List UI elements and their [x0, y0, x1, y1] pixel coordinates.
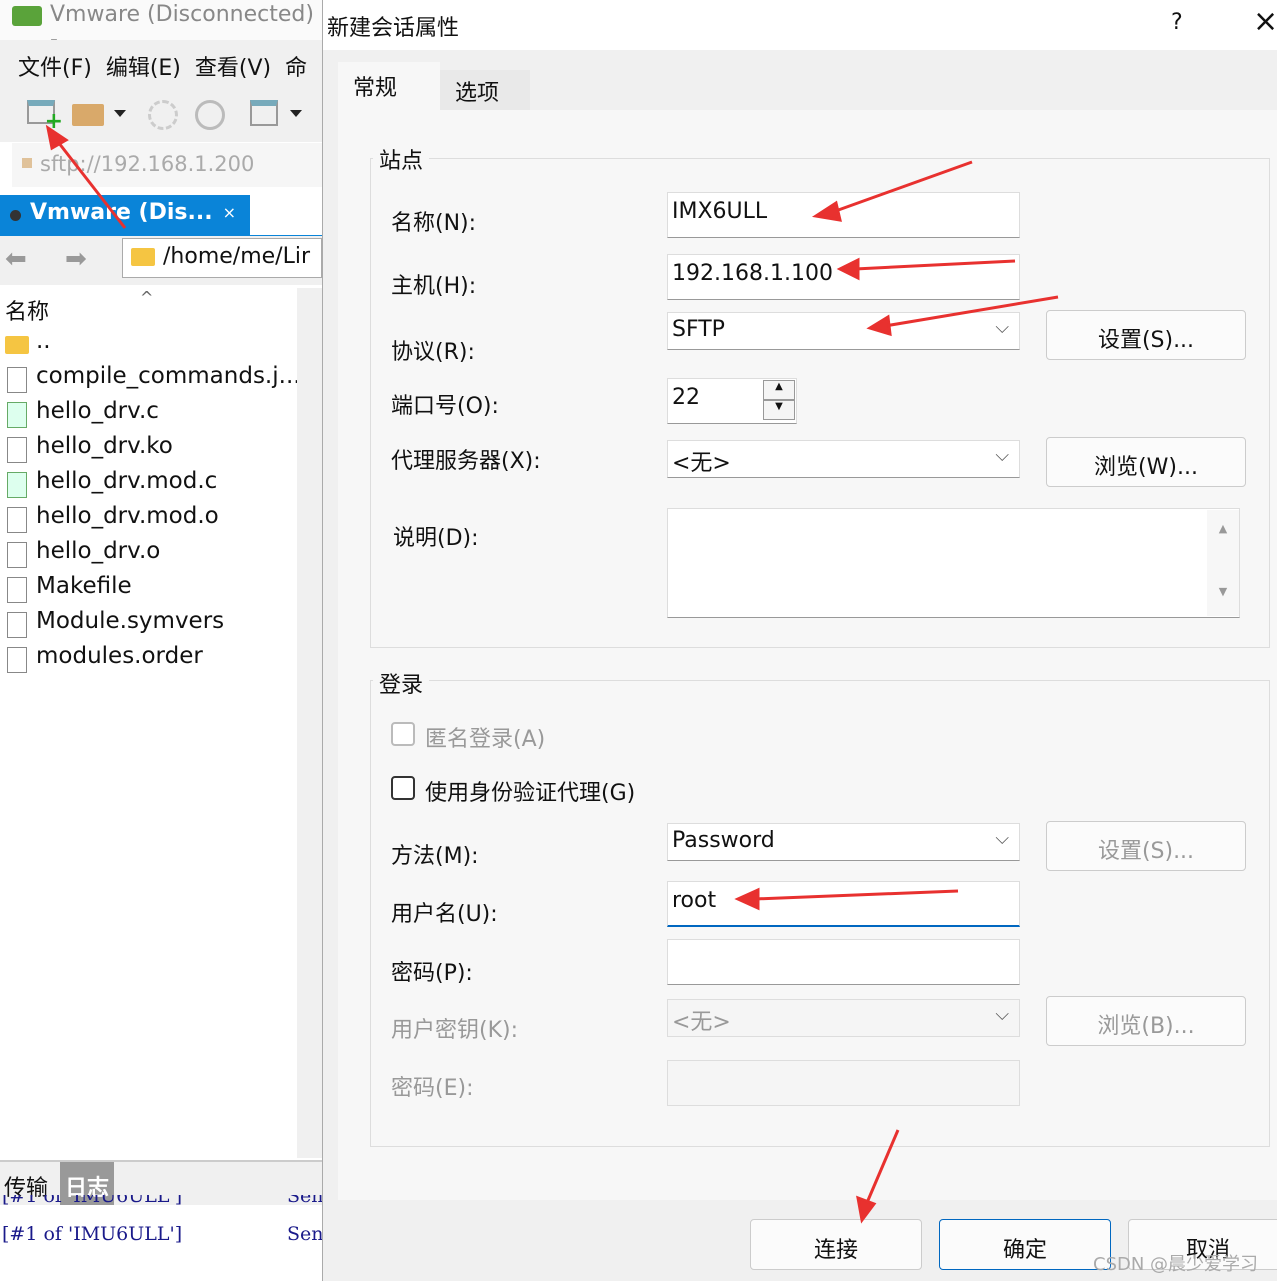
- annotation-arrow: [829, 160, 973, 215]
- annotation-arrow: [864, 1129, 900, 1206]
- annotation-arrowhead: [866, 314, 892, 337]
- annotation-arrow: [884, 295, 1059, 328]
- annotation-arrowhead: [856, 1195, 877, 1224]
- annotation-arrow: [53, 137, 127, 229]
- annotation-arrowhead: [45, 124, 69, 151]
- annotation-arrowhead: [836, 257, 860, 281]
- annotation-arrowhead: [811, 200, 842, 222]
- annotation-arrows: [45, 124, 1059, 1224]
- annotation-arrow: [854, 259, 1016, 271]
- annotation-arrow: [754, 889, 959, 901]
- annotation-arrowhead: [734, 887, 760, 911]
